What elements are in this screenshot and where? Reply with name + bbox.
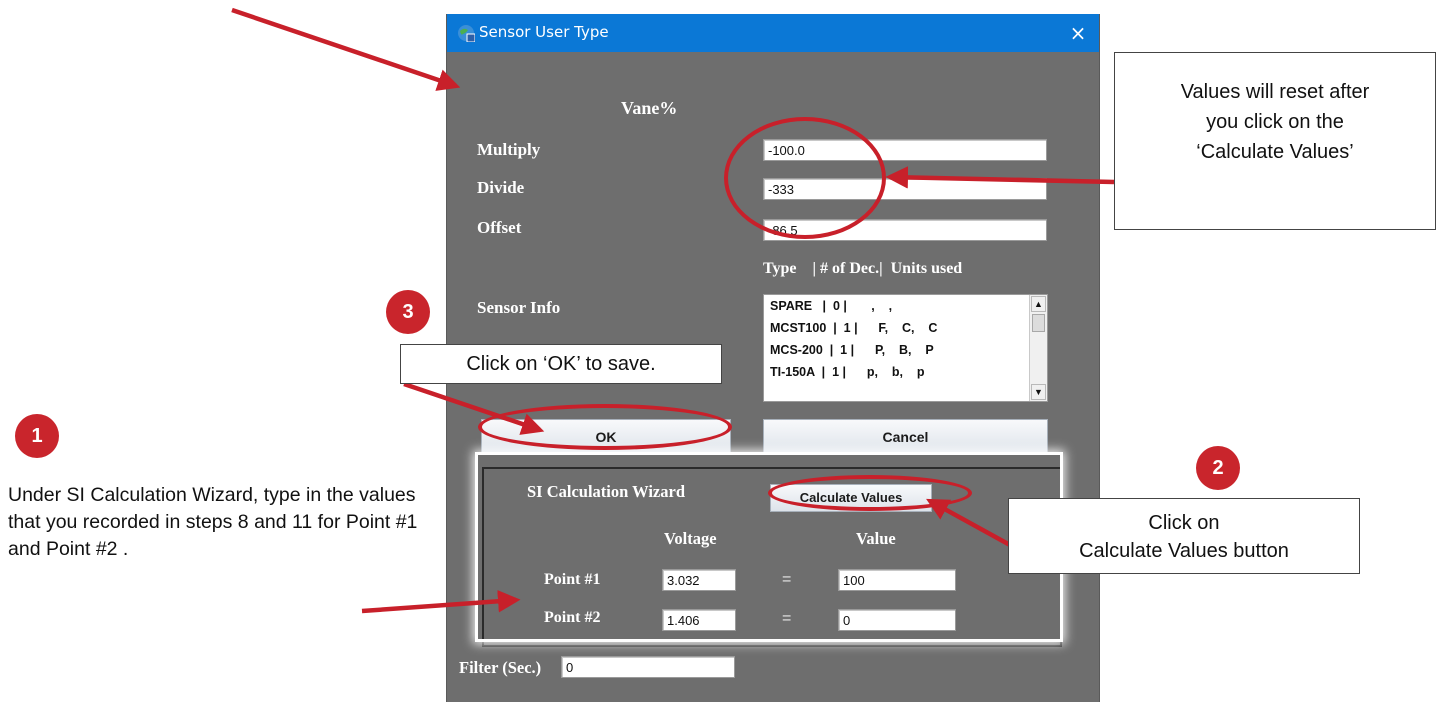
sensor-info-label: Sensor Info [477, 298, 561, 317]
reset-note-line: ‘Calculate Values’ [1196, 141, 1354, 163]
reset-note-line: Values will reset after [1180, 81, 1370, 103]
dialog-title: Sensor User Type [479, 23, 609, 41]
step-2-callout: Click on Calculate Values button [1008, 498, 1360, 574]
list-item[interactable]: MCS-200 | 1 | P, B, P [770, 343, 934, 357]
scroll-up-icon[interactable]: ▲ [1031, 296, 1046, 312]
sensor-columns-header: Type | # of Dec.| Units used [763, 260, 963, 277]
step-2-line: Calculate Values button [1079, 540, 1289, 562]
step-2-line: Click on [1148, 512, 1220, 534]
list-item[interactable]: TI-150A | 1 | p, b, p [770, 365, 924, 379]
list-item[interactable]: SPARE | 0 | , , [770, 299, 892, 313]
reset-note-callout: Values will reset after you click on the… [1114, 52, 1436, 230]
step-2-badge: 2 [1196, 446, 1240, 490]
filter-field[interactable] [561, 656, 735, 678]
ok-highlight-ring [478, 404, 732, 450]
filter-label: Filter (Sec.) [459, 658, 542, 677]
title-bar: Sensor User Type × [447, 14, 1099, 52]
sensor-info-list[interactable]: SPARE | 0 | , , MCST100 | 1 | F, C, C MC… [763, 294, 1048, 402]
values-highlight-ring [724, 117, 886, 239]
multiply-label: Multiply [477, 140, 541, 159]
scroll-thumb[interactable] [1032, 314, 1045, 332]
close-icon[interactable]: × [1065, 20, 1091, 46]
scroll-down-icon[interactable]: ▼ [1031, 384, 1046, 400]
reset-note-line: you click on the [1206, 111, 1344, 133]
divide-label: Divide [477, 178, 525, 197]
step-1-note: Under SI Calculation Wizard, type in the… [8, 484, 418, 560]
step-3-badge: 3 [386, 290, 430, 334]
step-3-callout: Click on ‘OK’ to save. [400, 344, 722, 384]
list-item[interactable]: MCST100 | 1 | F, C, C [770, 321, 937, 335]
globe-app-icon [458, 25, 475, 42]
sensor-name-heading: Vane% [621, 98, 678, 118]
offset-label: Offset [477, 218, 522, 237]
wizard-highlight-frame [475, 452, 1063, 642]
calculate-highlight-ring [768, 475, 972, 511]
step-1-badge: 1 [15, 414, 59, 458]
cancel-button[interactable]: Cancel [763, 419, 1048, 455]
